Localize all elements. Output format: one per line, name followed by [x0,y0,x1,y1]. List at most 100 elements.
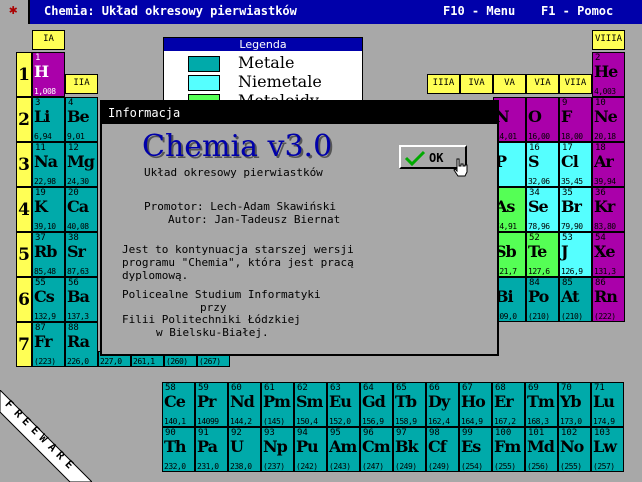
hand-cursor-icon [453,158,468,177]
legend-label-nonmetal: Niemetale [238,72,322,91]
element-f[interactable]: 9 F 18,00 [559,97,592,142]
element-symbol: Ca [67,197,89,216]
element-cf[interactable]: 98 Cf (249) [426,427,459,472]
element-mass: 78,96 [528,222,550,231]
element-po[interactable]: 84 Po (210) [526,277,559,322]
element-mg[interactable]: 12 Mg 24,30 [65,142,98,187]
element-at[interactable]: 85 At (210) [559,277,592,322]
element-na[interactable]: 11 Na 22,98 [32,142,65,187]
element-mass: 231,0 [197,462,219,471]
element-bk[interactable]: 97 Bk (249) [393,427,426,472]
element-mass: 79,90 [561,222,583,231]
element-md[interactable]: 101 Md (256) [525,427,558,472]
element-sr[interactable]: 38 Sr 87,63 [65,232,98,277]
element-es[interactable]: 99 Es (254) [459,427,492,472]
element-mass: 18,00 [561,132,583,141]
legend-swatch-nonmetal [188,75,220,91]
element-pu[interactable]: 94 Pu (242) [294,427,327,472]
element-lw[interactable]: 103 Lw (257) [591,427,624,472]
element-mass: 132,9 [34,312,56,321]
legend-label-metal: Metale [238,53,295,72]
element-symbol: Pr [197,392,216,411]
element-symbol: Te [528,242,547,261]
element-pa[interactable]: 91 Pa 231,0 [195,427,228,472]
element-se[interactable]: 34 Se 78,96 [526,187,559,232]
element-ne[interactable]: 10 Ne 20,18 [592,97,625,142]
app-title: Chemia: Układ okresowy pierwiastków [44,4,297,18]
element-ar[interactable]: 18 Ar 39,94 [592,142,625,187]
period-label: 2 [16,97,32,142]
element-br[interactable]: 35 Br 79,90 [559,187,592,232]
element-j[interactable]: 53 J 126,9 [559,232,592,277]
element-o[interactable]: O 16,00 [526,97,559,142]
element-th[interactable]: 90 Th 232,0 [162,427,195,472]
element-xe[interactable]: 54 Xe 131,3 [592,232,625,277]
element-nd[interactable]: 60 Nd 144,2 [228,382,261,427]
system-menu-button[interactable]: ✱ [0,0,30,24]
element-symbol: S [528,152,540,171]
dialog-note-line-3: dyplomową. [122,269,189,282]
element-am[interactable]: 95 Am (243) [327,427,360,472]
element-fm[interactable]: 100 Fm (255) [492,427,525,472]
element-fr[interactable]: 87 Fr (223) [32,322,65,367]
element-lu[interactable]: 71 Lu 174,9 [591,382,624,427]
element-ra[interactable]: 88 Ra 226,0 [65,322,98,367]
element-u[interactable]: 92 U 238,0 [228,427,261,472]
element-symbol: Md [527,437,555,456]
element-mass: (145) [263,417,285,426]
element-er[interactable]: 68 Er 167,2 [492,382,525,427]
element-li[interactable]: 3 Li 6,94 [32,97,65,142]
element-mass: (247) [362,462,384,471]
element-mass: 24,30 [67,177,89,186]
element-cm[interactable]: 96 Cm (247) [360,427,393,472]
element-te[interactable]: 52 Te 127,6 [526,232,559,277]
element-symbol: K [34,197,48,216]
element-kr[interactable]: 36 Kr 83,80 [592,187,625,232]
element-symbol: Yb [560,392,582,411]
element-mass: 83,80 [594,222,616,231]
element-eu[interactable]: 63 Eu 152,0 [327,382,360,427]
group-header: IIIA [427,74,460,94]
element-ba[interactable]: 56 Ba 137,3 [65,277,98,322]
help-shortcut[interactable]: F1 - Pomoc [541,4,613,18]
element-mass: 164,9 [461,417,483,426]
element-no[interactable]: 102 No (255) [558,427,591,472]
element-mass: 167,2 [494,417,516,426]
element-yb[interactable]: 70 Yb 173,0 [558,382,591,427]
element-cl[interactable]: 17 Cl 35,45 [559,142,592,187]
element-np[interactable]: 93 Np (237) [261,427,294,472]
element-mass: 173,0 [560,417,582,426]
element-mass: (256) [527,462,549,471]
element-mass: (267) [199,357,221,366]
group-header: VIA [526,74,559,94]
legend-title: Legenda [164,38,362,51]
element-s[interactable]: 16 S 32,06 [526,142,559,187]
menu-shortcut[interactable]: F10 - Menu [443,4,515,18]
element-be[interactable]: 4 Be 9,01 [65,97,98,142]
element-sm[interactable]: 62 Sm 150,4 [294,382,327,427]
element-cs[interactable]: 55 Cs 132,9 [32,277,65,322]
element-mass: 144,2 [230,417,252,426]
element-symbol: O [528,107,542,126]
element-rb[interactable]: 37 Rb 85,48 [32,232,65,277]
element-dy[interactable]: 66 Dy 162,4 [426,382,459,427]
legend-panel: Legenda Metale Niemetale Metaloidy [163,37,363,101]
element-rn[interactable]: 86 Rn (222) [592,277,625,322]
element-mass: 39,94 [594,177,616,186]
dialog-note-line-1: Jest to kontynuacja starszej wersji [122,243,354,256]
element-symbol: F [561,107,572,126]
element-tm[interactable]: 69 Tm 168,3 [525,382,558,427]
element-tb[interactable]: 65 Tb 158,9 [393,382,426,427]
element-k[interactable]: 19 K 39,10 [32,187,65,232]
element-symbol: Fm [494,437,521,456]
element-he[interactable]: 2 He 4,003 [592,52,625,97]
element-ce[interactable]: 58 Ce 140,1 [162,382,195,427]
element-pr[interactable]: 59 Pr 14099 [195,382,228,427]
element-ca[interactable]: 20 Ca 40,08 [65,187,98,232]
element-h[interactable]: 1 H 1,008 [32,52,65,97]
element-ho[interactable]: 67 Ho 164,9 [459,382,492,427]
element-symbol: Lu [593,392,615,411]
dialog-app-name: Chemia v3.0 [142,129,333,164]
element-gd[interactable]: 64 Gd 156,9 [360,382,393,427]
element-pm[interactable]: 61 Pm (145) [261,382,294,427]
